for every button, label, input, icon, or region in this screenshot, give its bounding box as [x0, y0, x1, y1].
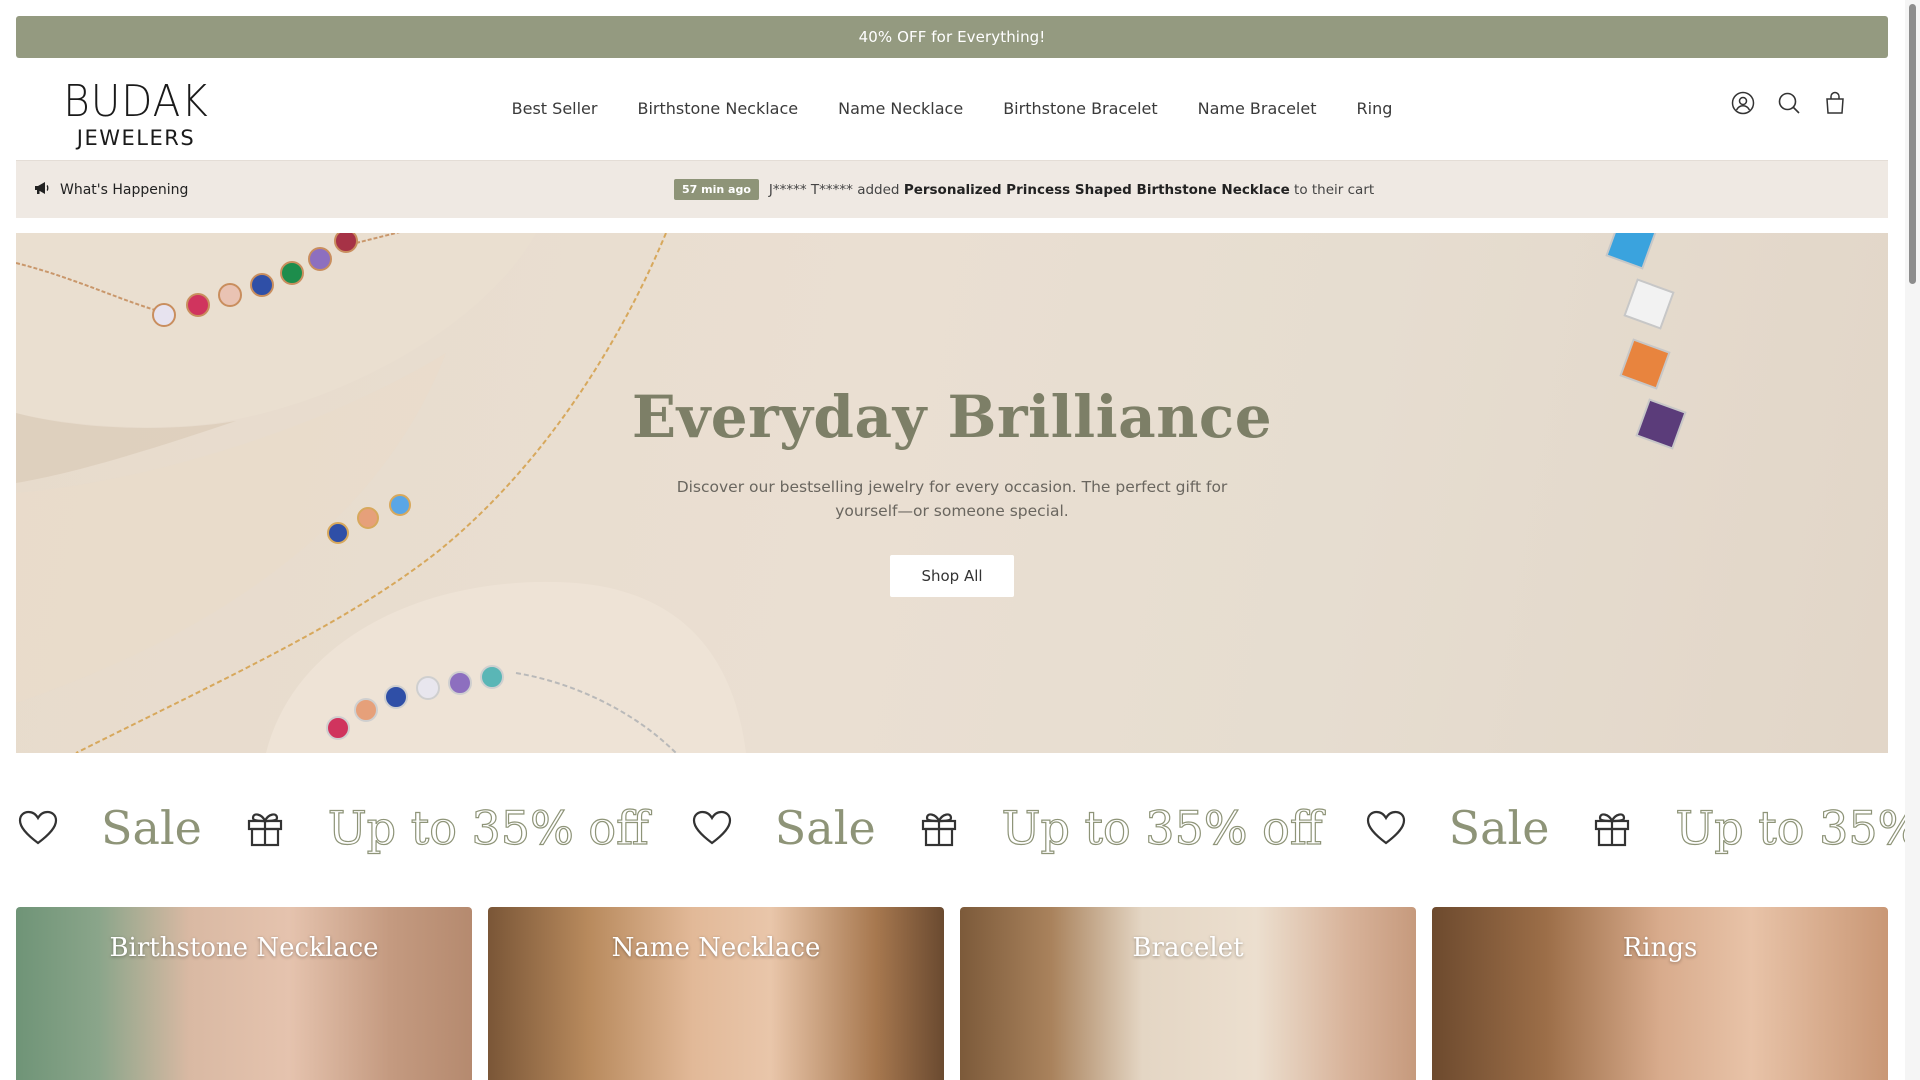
megaphone-icon — [34, 181, 50, 199]
heart-icon — [691, 807, 733, 849]
category-label: Bracelet — [1132, 933, 1244, 963]
category-card-rings[interactable]: Rings — [1432, 907, 1888, 1080]
hero-subtitle: Discover our bestselling jewelry for eve… — [676, 478, 1228, 520]
marquee-sale-text: Sale — [1448, 801, 1550, 855]
time-badge: 57 min ago — [674, 179, 759, 200]
announcement-text: 40% OFF for Everything! — [858, 28, 1046, 46]
announcement-bar: 40% OFF for Everything! — [16, 16, 1888, 58]
marquee-track: f Sale Up to 35% off Sale Up to 35% off … — [0, 792, 1905, 864]
activity-ticker: What's Happening 57 min ago J***** T****… — [16, 160, 1888, 218]
ticker-verb: added — [857, 181, 900, 198]
main-nav: Best Seller Birthstone Necklace Name Nec… — [16, 58, 1888, 158]
hero-title: Everyday Brilliance — [631, 383, 1273, 451]
category-card-bracelet[interactable]: Bracelet — [960, 907, 1416, 1080]
category-label: Birthstone Necklace — [109, 933, 379, 963]
nav-item-best-seller[interactable]: Best Seller — [492, 99, 618, 118]
scrollbar-thumb[interactable] — [1909, 4, 1916, 284]
gift-icon — [918, 807, 960, 849]
header-icons — [1730, 90, 1848, 116]
site-header: BUDAK JEWELERS Best Seller Birthstone Ne… — [16, 58, 1888, 158]
bag-icon[interactable] — [1822, 90, 1848, 116]
ticker-suffix: to their cart — [1294, 181, 1375, 198]
page-scrollbar[interactable] — [1905, 0, 1920, 1080]
category-grid: Birthstone Necklace Name Necklace Bracel… — [16, 907, 1888, 1080]
marquee-sale-text: Sale — [774, 801, 876, 855]
nav-item-birthstone-necklace[interactable]: Birthstone Necklace — [617, 99, 818, 118]
nav-item-name-bracelet[interactable]: Name Bracelet — [1178, 99, 1337, 118]
promo-marquee: f Sale Up to 35% off Sale Up to 35% off … — [0, 792, 1905, 864]
account-icon[interactable] — [1730, 90, 1756, 116]
category-card-name-necklace[interactable]: Name Necklace — [488, 907, 944, 1080]
ticker-heading: What's Happening — [34, 161, 188, 218]
hero-content: Everyday Brilliance Discover our bestsel… — [16, 383, 1888, 597]
marquee-sale-text: Sale — [101, 801, 202, 855]
hero-banner: Everyday Brilliance Discover our bestsel… — [16, 233, 1888, 753]
nav-item-ring[interactable]: Ring — [1337, 99, 1413, 118]
heart-icon — [1365, 807, 1407, 849]
ticker-message: 57 min ago J***** T***** added Personali… — [674, 161, 1374, 218]
gift-icon — [1591, 807, 1633, 849]
category-label: Rings — [1622, 933, 1698, 963]
gift-icon — [244, 807, 286, 849]
ticker-label: What's Happening — [60, 181, 189, 198]
search-icon[interactable] — [1776, 90, 1802, 116]
marquee-off-text: Up to 35% off — [1001, 800, 1323, 855]
ticker-product[interactable]: Personalized Princess Shaped Birthstone … — [904, 182, 1290, 198]
marquee-off-text: Up to 35% off — [1675, 800, 1905, 855]
marquee-off-text: Up to 35% off — [327, 800, 649, 855]
heart-icon — [17, 807, 59, 849]
category-label: Name Necklace — [611, 933, 821, 963]
nav-item-name-necklace[interactable]: Name Necklace — [818, 99, 983, 118]
ticker-user: J***** T***** — [768, 181, 853, 198]
category-card-birthstone-necklace[interactable]: Birthstone Necklace — [16, 907, 472, 1080]
nav-item-birthstone-bracelet[interactable]: Birthstone Bracelet — [983, 99, 1177, 118]
shop-all-button[interactable]: Shop All — [890, 555, 1014, 597]
